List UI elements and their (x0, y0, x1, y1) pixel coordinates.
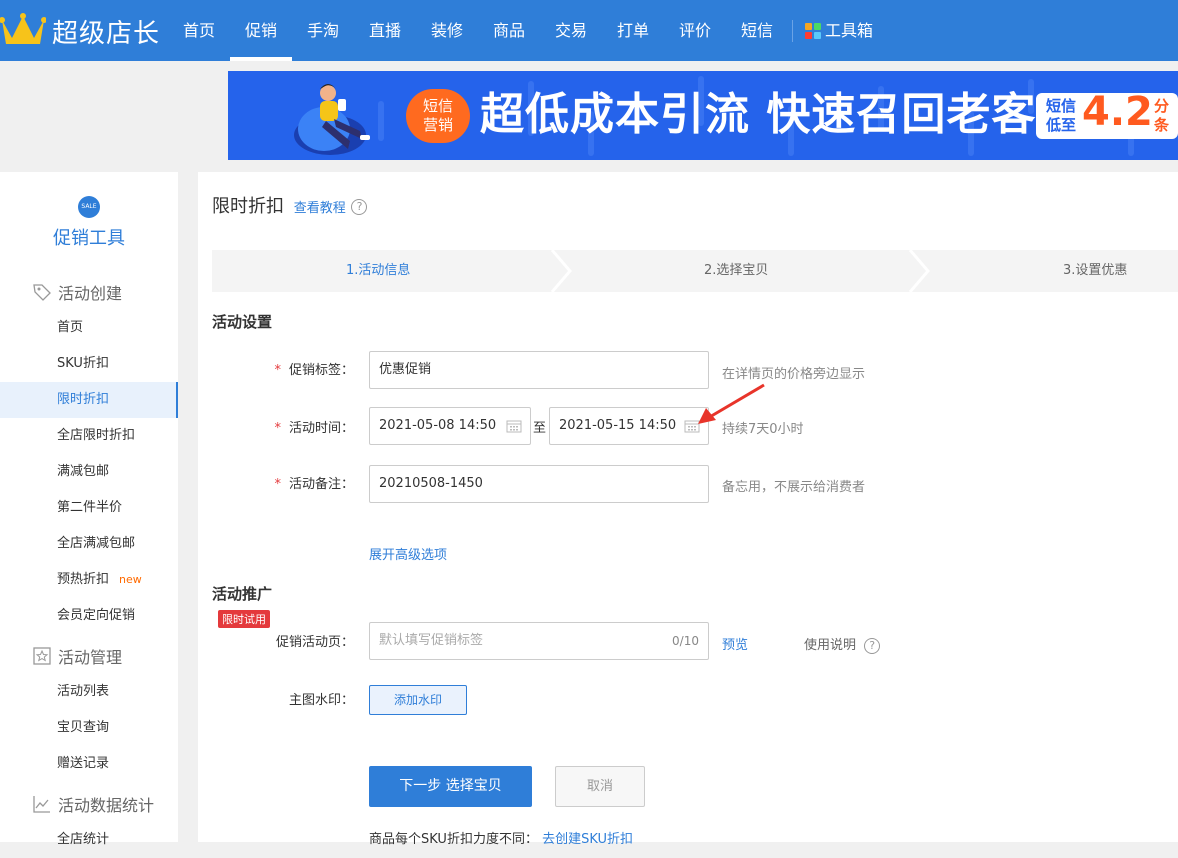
sku-discount-note: 商品每个SKU折扣力度不同： 去创建SKU折扣 (369, 832, 634, 847)
sidebar-item-sku-discount[interactable]: SKU折扣 (0, 346, 178, 382)
crown-icon (0, 12, 47, 50)
nav-sms[interactable]: 短信 (726, 0, 788, 61)
remark-hint: 备忘用，不展示给消费者 (722, 480, 866, 495)
toolbox-icon (805, 22, 821, 39)
sidebar-item-store-free-shipping[interactable]: 全店满减包邮 (0, 526, 178, 562)
price-unit: 分条 (1154, 97, 1170, 134)
sidebar-item-preheat-discount[interactable]: 预热折扣 new (0, 562, 178, 598)
limited-trial-badge: 限时试用 (218, 610, 270, 628)
sidebar-item-gift-records[interactable]: 赠送记录 (0, 746, 178, 782)
sidebar-item-member-promotion[interactable]: 会员定向促销 (0, 598, 178, 634)
activity-time-label: * 活动时间： (274, 421, 354, 436)
nav-decoration[interactable]: 装修 (416, 0, 478, 61)
sms-promo-banner[interactable]: 短信 营销 超低成本引流 快速召回老客 短信 低至 4.2 分条 (228, 71, 1178, 160)
add-watermark-button[interactable]: 添加水印 (369, 685, 467, 715)
preview-link[interactable]: 预览 (722, 634, 748, 653)
nav-toolbox[interactable]: 工具箱 (805, 0, 873, 61)
nav-divider (792, 20, 793, 42)
help-icon[interactable]: ? (351, 199, 368, 215)
toolbox-label: 工具箱 (825, 21, 874, 40)
step-set-discount: 3.设置优惠 (1063, 263, 1128, 278)
next-step-button[interactable]: 下一步 选择宝贝 (369, 766, 532, 807)
nav-promotion[interactable]: 促销 (230, 0, 292, 61)
sms-marketing-badge: 短信 营销 (406, 89, 470, 143)
chart-icon (33, 796, 50, 813)
sidebar-item-store-stats[interactable]: 全店统计 (0, 822, 178, 858)
section-activity-settings: 活动设置 (212, 313, 273, 331)
section-promotion: 活动推广 (212, 585, 273, 603)
new-badge: new (119, 573, 142, 586)
badge-line-1: 短信 (422, 97, 453, 115)
sidebar-group-label: 活动数据统计 (58, 796, 155, 815)
star-icon (33, 647, 51, 665)
remark-input[interactable]: 20210508-1450 (369, 465, 709, 503)
watermark-label: 主图水印： (288, 693, 354, 708)
create-sku-discount-link[interactable]: 去创建SKU折扣 (542, 832, 633, 847)
app-logo[interactable]: 超级店长 (0, 12, 160, 50)
promo-tag-input[interactable]: 优惠促销 (369, 351, 709, 389)
start-time-input[interactable]: 2021-05-08 14:50 (369, 407, 531, 445)
sidebar-group-label: 活动管理 (58, 648, 123, 667)
top-nav-bar: 超级店长 首页 促销 手淘 直播 装修 商品 交易 打单 评价 短信 工具箱 (0, 0, 1178, 61)
sidebar-header: SALE 促销工具 (0, 196, 178, 250)
nav-printing[interactable]: 打单 (602, 0, 664, 61)
person-with-phone-illustration (290, 79, 380, 160)
banner-title: 超低成本引流 快速召回老客 (480, 89, 1037, 140)
sidebar-item-second-half-price[interactable]: 第二件半价 (0, 490, 178, 526)
main-content: 限时折扣 查看教程 ? 1.活动信息 2.选择宝贝 3.设置优惠 活动设置 * 促… (198, 172, 1178, 847)
cancel-button[interactable]: 取消 (555, 766, 645, 807)
nav-live[interactable]: 直播 (354, 0, 416, 61)
sidebar-group-stats[interactable]: 活动数据统计 (32, 792, 154, 816)
sidebar-item-home[interactable]: 首页 (0, 310, 178, 346)
step-indicator: 1.活动信息 2.选择宝贝 3.设置优惠 (212, 250, 1178, 292)
sidebar-title: 促销工具 (53, 228, 125, 249)
nav-reviews[interactable]: 评价 (664, 0, 726, 61)
end-time-input[interactable]: 2021-05-15 14:50 (549, 407, 709, 445)
sidebar-item-activity-list[interactable]: 活动列表 (0, 674, 178, 710)
app-name: 超级店长 (52, 18, 161, 49)
sidebar-group-label: 活动创建 (58, 284, 123, 303)
sidebar-item-free-shipping[interactable]: 满减包邮 (0, 454, 178, 490)
nav-home[interactable]: 首页 (168, 0, 230, 61)
nav-products[interactable]: 商品 (478, 0, 540, 61)
main-nav: 首页 促销 手淘 直播 装修 商品 交易 打单 评价 短信 工具箱 (168, 0, 873, 61)
promo-page-label: 促销活动页： (275, 635, 354, 650)
sidebar-item-label: 预热折扣 (57, 572, 110, 587)
nav-mobile-taobao[interactable]: 手淘 (292, 0, 354, 61)
calendar-icon[interactable] (506, 419, 522, 433)
expand-advanced-link[interactable]: 展开高级选项 (369, 544, 447, 563)
price-value: 4.2 (1082, 89, 1153, 135)
sidebar-item-store-flash-discount[interactable]: 全店限时折扣 (0, 418, 178, 454)
usage-instructions[interactable]: 使用说明 ? (804, 634, 881, 654)
sidebar-group-manage[interactable]: 活动管理 (32, 644, 122, 668)
sidebar-item-flash-discount[interactable]: 限时折扣 (0, 382, 178, 418)
step-select-items: 2.选择宝贝 (704, 263, 769, 278)
step-activity-info: 1.活动信息 (346, 263, 411, 278)
time-separator: 至 (533, 421, 547, 436)
remark-label: * 活动备注： (274, 477, 354, 492)
badge-line-2: 营销 (422, 116, 453, 134)
sidebar-group-create[interactable]: 活动创建 (32, 280, 122, 304)
sms-price-box: 短信 低至 4.2 分条 (1036, 89, 1178, 139)
tag-icon (33, 284, 51, 301)
tutorial-link[interactable]: 查看教程 (294, 201, 346, 216)
sidebar-item-item-query[interactable]: 宝贝查询 (0, 710, 178, 746)
promo-page-input[interactable]: 默认填写促销标签 0/10 (369, 622, 709, 660)
price-label: 短信 低至 (1046, 97, 1077, 134)
promo-tag-label: * 促销标签： (274, 363, 354, 378)
promo-tag-hint: 在详情页的价格旁边显示 (722, 367, 866, 382)
sidebar: SALE 促销工具 活动创建 首页 SKU折扣 限时折扣 全店限时折扣 满减包邮… (0, 172, 178, 847)
page-title: 限时折扣 查看教程 ? (212, 192, 368, 218)
sale-icon: SALE (78, 196, 100, 218)
char-counter: 0/10 (672, 634, 699, 648)
help-icon[interactable]: ? (864, 637, 881, 654)
nav-orders[interactable]: 交易 (540, 0, 602, 61)
red-arrow-annotation (698, 383, 765, 424)
